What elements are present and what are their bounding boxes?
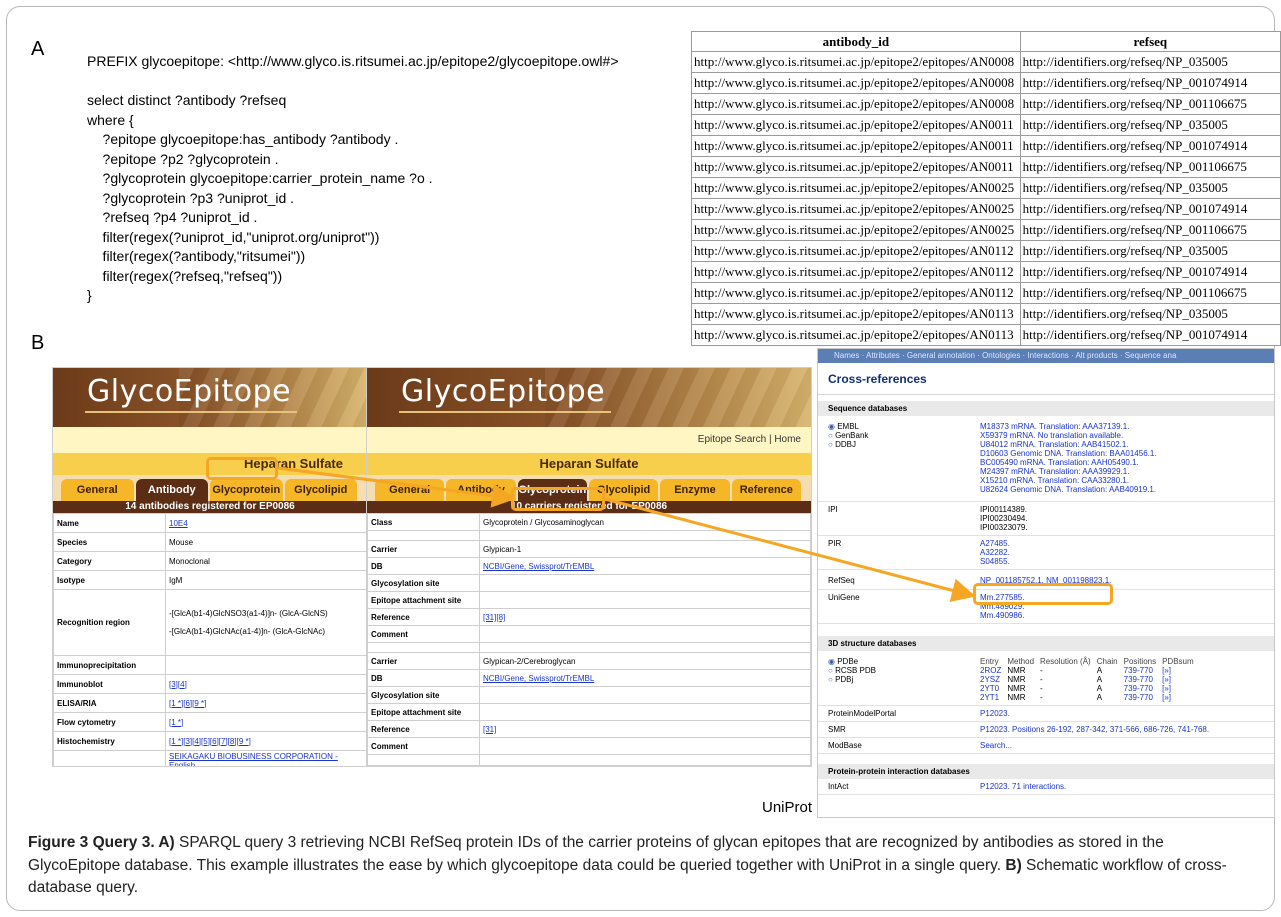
caption-bold-2: B) [1005,856,1022,874]
caption-bold-1: Figure 3 Query 3. A) [28,834,175,851]
caption-text-1: SPARQL query 3 retrieving NCBI RefSeq pr… [28,834,1164,874]
arrow-glycoprotein-to-db [277,466,516,508]
figure-caption: Figure 3 Query 3. A) SPARQL query 3 retr… [28,832,1258,900]
workflow-arrows [277,466,976,603]
arrow-db-to-refseq [604,497,976,603]
